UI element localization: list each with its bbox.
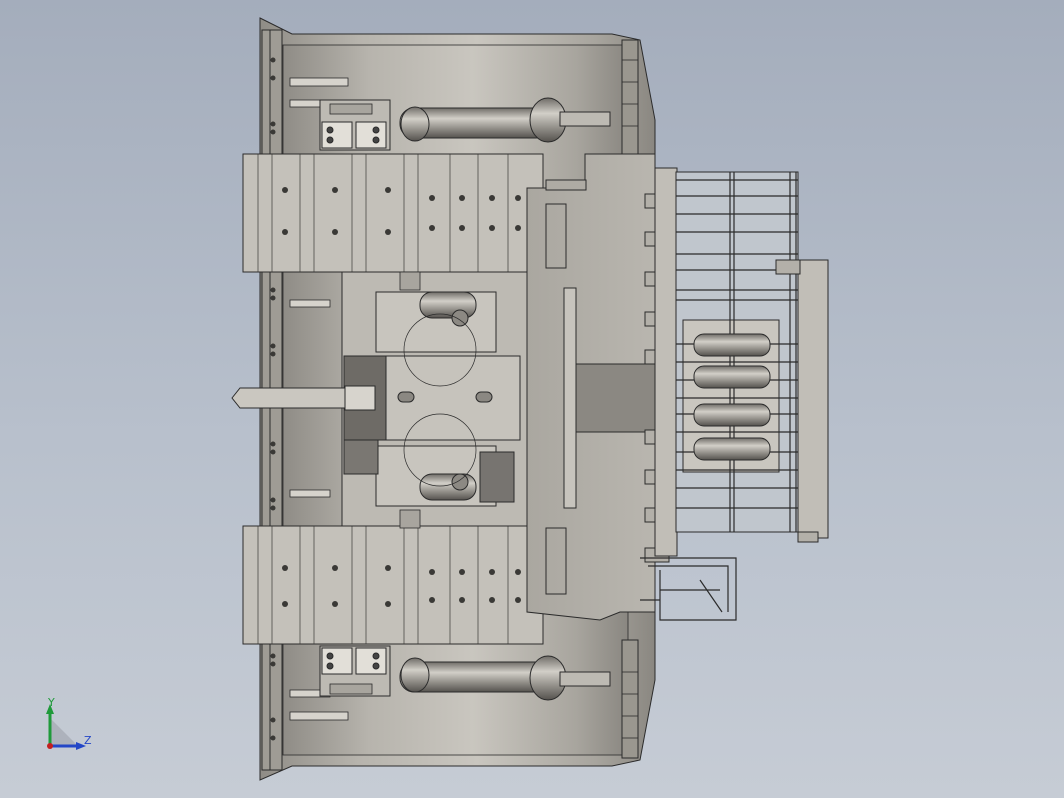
track-top[interactable]: [242, 153, 544, 273]
track-bottom[interactable]: [242, 525, 544, 645]
rear-cage[interactable]: [675, 171, 829, 543]
z-axis-label: Z: [84, 734, 92, 747]
y-axis-label: Y: [48, 696, 55, 709]
graphics-viewport[interactable]: Y Z: [0, 0, 1064, 798]
bulldozer-model[interactable]: [0, 0, 1064, 798]
x-axis-dot: [47, 743, 53, 749]
engine-deck[interactable]: [526, 153, 678, 621]
triad-plane: [50, 718, 78, 746]
coordinate-triad: Y Z: [38, 696, 98, 758]
